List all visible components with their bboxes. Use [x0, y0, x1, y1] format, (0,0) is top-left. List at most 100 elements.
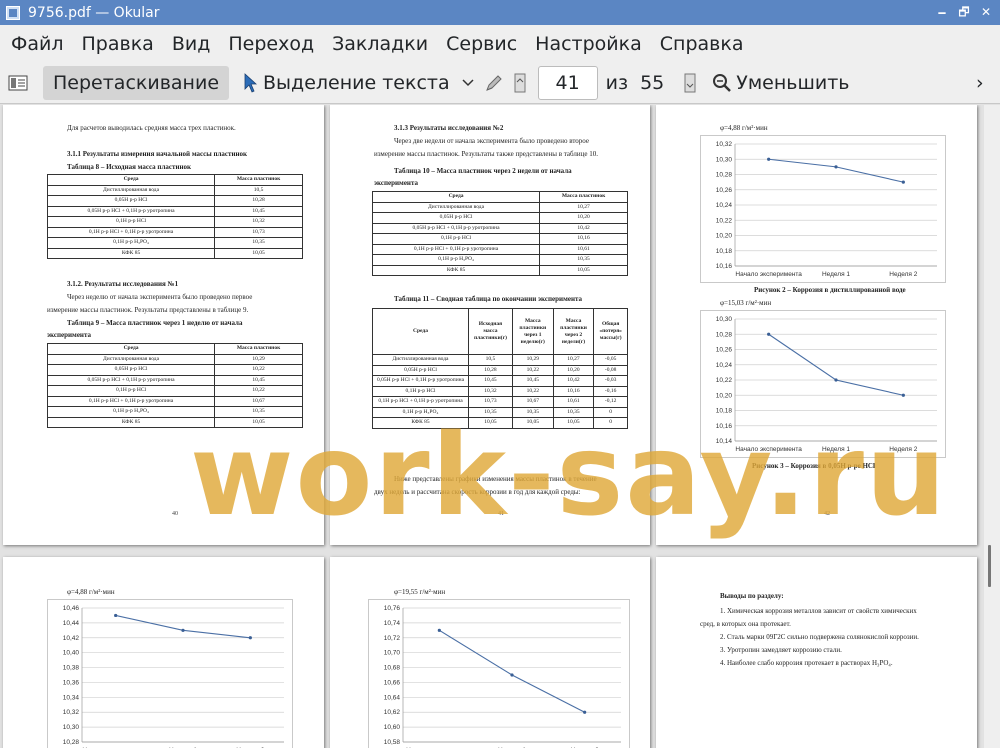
text-select-tool-button[interactable]: Выделение текста [243, 66, 450, 100]
t10-header: Среда [371, 191, 541, 203]
cell: КФК 85 [46, 416, 216, 428]
y-tick-label: 10,28 [716, 331, 733, 338]
series-line [115, 614, 251, 639]
y-tick-label: 10,18 [716, 248, 733, 255]
corrosion-rate: φ=4,88 г/м²·мин [67, 588, 115, 596]
menu-go[interactable]: Переход [219, 33, 323, 55]
line-chart: 10,46 10,44 10,42 10,40 10,38 10,36 10,34 10,32… [63, 605, 284, 748]
chart-hcl-005: 10,30 10,28 10,26 10,24 10,22 10,20 10,18 10,16… [700, 310, 946, 458]
chevron-down-icon [462, 78, 474, 86]
y-tick-label: 10,38 [63, 665, 80, 672]
cell: 10,28 [214, 195, 303, 207]
menu-file[interactable]: Файл [2, 33, 73, 55]
title-bar: 9756.pdf — Okular 🗕 🗗 ✕ [0, 0, 1000, 25]
y-tick-label: 10,20 [716, 392, 733, 399]
table-row: 0,05Н р-р HCl 10,20 [371, 212, 628, 224]
cell: -0,08 [593, 364, 628, 376]
browse-tool-button[interactable]: Перетаскивание [43, 65, 230, 100]
table-row: 0,1Н р-р H₃PO₄ 10,35 [46, 406, 303, 418]
table-row: 0,05Н р-р HCl 10,28 10,22 10,20 -0,08 [372, 364, 628, 376]
table-row: 0,1Н р-р H₃PO₄ 10,35 [371, 254, 628, 266]
y-tick-label: 10,58 [384, 739, 401, 746]
cell: 10,20 [539, 212, 628, 224]
document-view[interactable]: Для расчетов выводилась средняя масса тр… [0, 105, 1000, 748]
minimize-icon[interactable]: 🗕 [932, 2, 952, 22]
cell: -0,05 [593, 354, 628, 366]
p41-paragraph: двух недель и рассчитана скорость корроз… [374, 488, 581, 496]
page-number-input[interactable] [537, 65, 598, 100]
window-title: 9756.pdf — Okular [28, 4, 160, 21]
menu-view[interactable]: Вид [163, 33, 220, 55]
table-row: 0,1Н р-р HCl + 0,1Н р-р уротропина 10,67 [46, 395, 303, 407]
table-row: 0,1Н р-р HCl 10,32 [46, 216, 303, 228]
cell: 10,42 [539, 222, 628, 234]
zoom-out-button[interactable]: Уменьшить [712, 66, 849, 100]
cell: 0,05Н р-р HCl [371, 212, 541, 224]
cell: 0 [593, 406, 628, 418]
menu-settings[interactable]: Настройка [526, 33, 651, 55]
page-43: φ=4,88 г/м²·мин 10,46 10,44 10,42 10,40 10,3… [3, 557, 324, 748]
p40-heading-2: 3.1.2. Результаты исследования №1 [67, 280, 179, 288]
cell: 10,73 [468, 396, 513, 408]
previous-page-button[interactable] [514, 66, 526, 100]
y-tick-label: 10,22 [716, 217, 733, 224]
table-row: Дистиллированная вода 10,5 10,29 10,27 -0,05 [372, 354, 628, 366]
cell: КФК 85 [372, 417, 469, 429]
scrollbar-thumb[interactable] [988, 545, 991, 587]
vertical-scrollbar[interactable] [984, 105, 1000, 748]
table11: Среда Исходная масса пластинки(г) Масса … [372, 308, 628, 429]
menu-edit[interactable]: Правка [73, 33, 163, 55]
cell: 10,05 [511, 417, 554, 429]
cell: 10,05 [214, 416, 303, 428]
text-select-label: Выделение текста [263, 71, 450, 94]
table-row: 0,05Н р-р HCl + 0,1Н р-р уротропина 10,45… [372, 375, 628, 387]
cell: 10,22 [511, 385, 554, 397]
page-40: Для расчетов выводилась средняя масса тр… [3, 105, 324, 545]
y-tick-label: 10,46 [63, 605, 80, 612]
cell: 10,27 [552, 354, 595, 366]
y-tick-label: 10,30 [716, 316, 733, 323]
cell: 10,45 [214, 374, 303, 386]
conclusion-item: сред, в которых она протекает. [700, 620, 791, 628]
conclusion-item: 2. Сталь марки 09Г2С сильно подвержена с… [720, 633, 919, 641]
tool-dropdown-button[interactable] [462, 66, 474, 100]
table9-caption: Таблица 9 – Масса пластинок через 1 неде… [67, 319, 243, 327]
cell: 0,05Н р-р HCl [372, 364, 469, 376]
x-tick-label: Неделя 1 [822, 446, 850, 453]
cell: 0,05Н р-р HCl + 0,1Н р-р уротропина [371, 222, 541, 234]
p40-heading-1: 3.1.1 Результаты измерения начальной мас… [67, 150, 248, 158]
y-tick-label: 10,16 [716, 423, 733, 430]
corrosion-rate: φ=4,88 г/м²·мин [720, 124, 768, 132]
data-point [834, 378, 838, 382]
sidebar-toggle-button[interactable] [0, 66, 36, 100]
t11-header: Исходная масса пластинки(г) [468, 308, 513, 355]
data-point [767, 332, 771, 336]
menu-help[interactable]: Справка [651, 33, 753, 55]
cell: 0,1Н р-р H₃PO₄ [371, 254, 541, 266]
menu-bar: Файл Правка Вид Переход Закладки Сервис … [0, 25, 1000, 62]
cell: 10,05 [468, 417, 513, 429]
toolbar-overflow-button[interactable]: › [976, 66, 984, 100]
menu-bookmarks[interactable]: Закладки [323, 33, 437, 55]
cell: 10,16 [539, 233, 628, 245]
close-icon[interactable]: ✕ [976, 2, 996, 22]
cursor-icon [244, 72, 258, 93]
y-tick-label: 10,24 [716, 362, 733, 369]
cell: 10,32 [214, 216, 303, 228]
table-row: 0,05Н р-р HCl 10,22 [46, 364, 303, 376]
next-page-button[interactable] [684, 66, 696, 100]
annotate-button[interactable] [484, 66, 504, 100]
y-tick-label: 10,42 [63, 635, 80, 642]
y-tick-label: 10,26 [716, 347, 733, 354]
page-42: φ=4,88 г/м²·мин 10,32 10,30 10,28 10,26 10,2… [656, 105, 977, 545]
y-tick-label: 10,18 [716, 408, 733, 415]
conclusion-item: 4. Наиболее слабо коррозия протекает в р… [720, 659, 893, 667]
chart-hcl-urotropine: 10,46 10,44 10,42 10,40 10,38 10,36 10,34 10,32… [47, 599, 293, 748]
cell: 10,05 [214, 247, 303, 259]
table-row: КФК 85 10,05 [371, 264, 628, 276]
table-row: 0,1Н р-р HCl 10,16 [371, 233, 628, 245]
cell: -0,12 [593, 396, 628, 408]
maximize-icon[interactable]: 🗗 [954, 2, 974, 22]
menu-tools[interactable]: Сервис [437, 33, 526, 55]
y-tick-label: 10,36 [63, 679, 80, 686]
